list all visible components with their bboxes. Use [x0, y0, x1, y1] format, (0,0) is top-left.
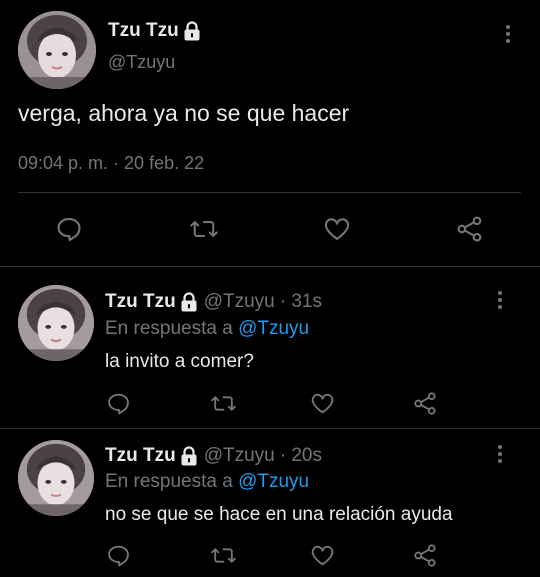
- timestamp[interactable]: 09:04 p. m. · 20 feb. 22: [18, 153, 204, 174]
- like-button[interactable]: [305, 386, 339, 420]
- share-button[interactable]: [408, 386, 442, 420]
- reply-button[interactable]: [101, 386, 135, 420]
- share-icon: [456, 215, 484, 243]
- avatar[interactable]: [18, 285, 94, 361]
- heart-icon: [310, 543, 335, 568]
- reply-to-link[interactable]: @Tzuyu: [238, 471, 309, 492]
- handle[interactable]: @Tzuyu: [204, 445, 275, 467]
- share-button[interactable]: [408, 538, 442, 572]
- reply-icon: [106, 543, 131, 568]
- display-name[interactable]: Tzu Tzu: [105, 445, 176, 467]
- reply-icon: [106, 391, 131, 416]
- heart-icon: [310, 391, 335, 416]
- avatar[interactable]: [18, 440, 94, 516]
- retweet-icon: [210, 391, 237, 416]
- more-vertical-icon[interactable]: [498, 22, 518, 46]
- retweet-icon: [210, 543, 237, 568]
- time-ago: · 20s: [279, 445, 322, 466]
- lock-icon: [183, 21, 201, 41]
- share-icon: [413, 543, 438, 568]
- divider: [18, 192, 521, 193]
- reply-actions: [0, 537, 540, 577]
- more-vertical-icon[interactable]: [490, 442, 510, 466]
- retweet-button[interactable]: [187, 212, 221, 246]
- reply-context-label: En respuesta a: [105, 318, 233, 339]
- like-button[interactable]: [305, 538, 339, 572]
- tweet-text: verga, ahora ya no se que hacer: [18, 100, 350, 126]
- lock-icon: [180, 292, 198, 312]
- reply-actions: [0, 385, 540, 425]
- divider: [0, 266, 540, 267]
- retweet-button[interactable]: [206, 538, 240, 572]
- retweet-button[interactable]: [206, 386, 240, 420]
- tweet-text: la invito a comer?: [105, 351, 254, 372]
- tweet-text: no se que se hace en una relación ayuda: [105, 504, 453, 525]
- more-vertical-icon[interactable]: [490, 288, 510, 312]
- share-icon: [413, 391, 438, 416]
- reply-context-label: En respuesta a: [105, 471, 233, 492]
- reply-button[interactable]: [52, 212, 86, 246]
- display-name[interactable]: Tzu Tzu: [108, 20, 179, 42]
- retweet-icon: [189, 215, 219, 243]
- main-actions: [0, 210, 540, 250]
- handle[interactable]: @Tzuyu: [204, 291, 275, 313]
- share-button[interactable]: [453, 212, 487, 246]
- reply-button[interactable]: [101, 538, 135, 572]
- avatar[interactable]: [18, 11, 96, 89]
- reply-icon: [55, 215, 83, 243]
- divider: [0, 428, 540, 429]
- reply-to-link[interactable]: @Tzuyu: [238, 318, 309, 339]
- time-ago: · 31s: [279, 291, 322, 312]
- lock-icon: [180, 446, 198, 466]
- display-name[interactable]: Tzu Tzu: [105, 291, 176, 313]
- heart-icon: [323, 215, 351, 243]
- handle[interactable]: @Tzuyu: [108, 52, 175, 73]
- like-button[interactable]: [320, 212, 354, 246]
